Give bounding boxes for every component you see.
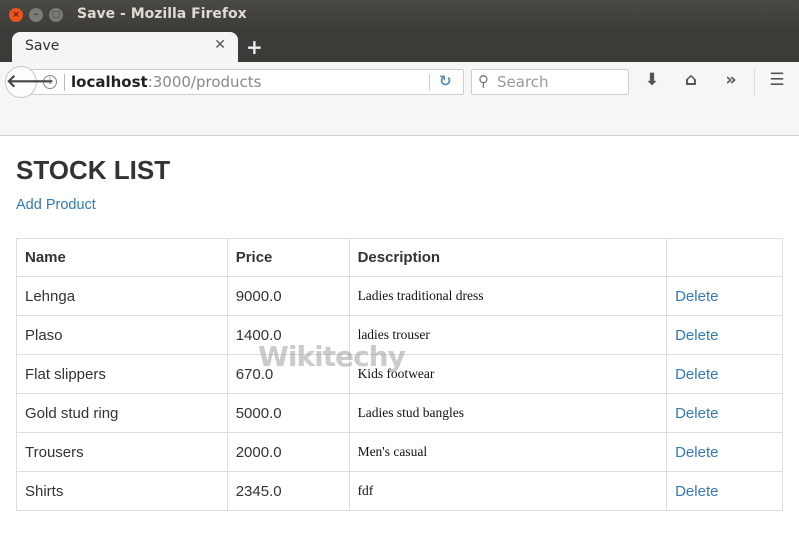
home-icon[interactable]: ⌂ <box>679 70 703 90</box>
table-header-row: Name Price Description <box>16 238 783 277</box>
cell-price: 9000.0 <box>226 276 350 316</box>
cell-description: fdf <box>348 471 668 511</box>
cell-price: 670.0 <box>226 354 350 394</box>
cell-description: ladies trouser <box>348 315 668 355</box>
header-name: Name <box>16 238 228 277</box>
reload-separator <box>429 74 430 91</box>
url-bar[interactable]: i localhost:3000/products ↻ <box>28 69 464 95</box>
search-placeholder: Search <box>497 73 549 91</box>
toolbar-separator <box>754 68 755 96</box>
window-title: Save - Mozilla Firefox <box>77 6 247 22</box>
cell-price: 5000.0 <box>226 393 350 433</box>
table-row: Lehnga 9000.0 Ladies traditional dress D… <box>16 276 783 316</box>
cell-name: Lehnga <box>16 276 228 316</box>
cell-description: Ladies traditional dress <box>348 276 668 316</box>
cell-description: Kids footwear <box>348 354 668 394</box>
table-row: Trousers 2000.0 Men's casual Delete <box>16 432 783 472</box>
tab-strip: Save ✕ + <box>0 32 799 62</box>
cell-description: Ladies stud bangles <box>348 393 668 433</box>
cell-actions: Delete <box>666 393 783 433</box>
cell-actions: Delete <box>666 354 783 394</box>
delete-link[interactable]: Delete <box>675 444 718 461</box>
cell-actions: Delete <box>666 276 783 316</box>
table-row: Plaso 1400.0 ladies trouser Delete <box>16 315 783 355</box>
new-tab-button[interactable]: + <box>246 35 263 59</box>
cell-name: Plaso <box>16 315 228 355</box>
page-title: STOCK LIST <box>16 155 171 185</box>
table-row: Flat slippers 670.0 Kids footwear Delete <box>16 354 783 394</box>
url-separator <box>64 74 65 91</box>
delete-link[interactable]: Delete <box>675 483 718 500</box>
cell-name: Flat slippers <box>16 354 228 394</box>
window-titlebar: × – ▢ Save - Mozilla Firefox <box>0 0 799 32</box>
cell-actions: Delete <box>666 315 783 355</box>
header-description: Description <box>348 238 668 277</box>
search-icon: ⚲ <box>478 72 489 90</box>
window-close-button[interactable]: × <box>9 8 23 22</box>
delete-link[interactable]: Delete <box>675 366 718 383</box>
cell-actions: Delete <box>666 432 783 472</box>
download-icon[interactable]: ⬇ <box>640 70 664 90</box>
url-host: localhost <box>71 73 148 91</box>
back-button[interactable]: 🡐 <box>5 66 54 98</box>
search-input[interactable]: ⚲ Search <box>471 69 629 95</box>
cell-actions: Delete <box>666 471 783 511</box>
table-row: Shirts 2345.0 fdf Delete <box>16 471 783 511</box>
page-content: STOCK LIST Add Product Name Price Descri… <box>0 137 799 535</box>
tab-save[interactable]: Save ✕ <box>12 32 238 62</box>
cell-price: 1400.0 <box>226 315 350 355</box>
cell-description: Men's casual <box>348 432 668 472</box>
stock-table: Name Price Description Lehnga 9000.0 Lad… <box>16 238 783 511</box>
window-minimize-button[interactable]: – <box>29 8 43 22</box>
cell-price: 2000.0 <box>226 432 350 472</box>
cell-name: Trousers <box>16 432 228 472</box>
delete-link[interactable]: Delete <box>675 327 718 344</box>
tab-label: Save <box>25 38 60 54</box>
table-row: Gold stud ring 5000.0 Ladies stud bangle… <box>16 393 783 433</box>
reload-icon[interactable]: ↻ <box>439 72 452 90</box>
tab-close-icon[interactable]: ✕ <box>214 37 226 53</box>
navigation-toolbar: 🡐 i localhost:3000/products ↻ ⚲ Search ⬇… <box>0 62 799 136</box>
window-maximize-button[interactable]: ▢ <box>49 8 63 22</box>
header-actions <box>666 238 783 277</box>
add-product-link[interactable]: Add Product <box>16 197 96 213</box>
hamburger-menu-icon[interactable]: ☰ <box>765 70 789 90</box>
url-path: :3000/products <box>147 73 262 91</box>
cell-price: 2345.0 <box>226 471 350 511</box>
delete-link[interactable]: Delete <box>675 288 718 305</box>
cell-name: Shirts <box>16 471 228 511</box>
header-price: Price <box>226 238 350 277</box>
back-arrow-icon: 🡐 <box>6 71 55 92</box>
cell-name: Gold stud ring <box>16 393 228 433</box>
overflow-chevron-icon[interactable]: » <box>719 70 743 90</box>
delete-link[interactable]: Delete <box>675 405 718 422</box>
url-text[interactable]: localhost:3000/products <box>71 73 261 91</box>
